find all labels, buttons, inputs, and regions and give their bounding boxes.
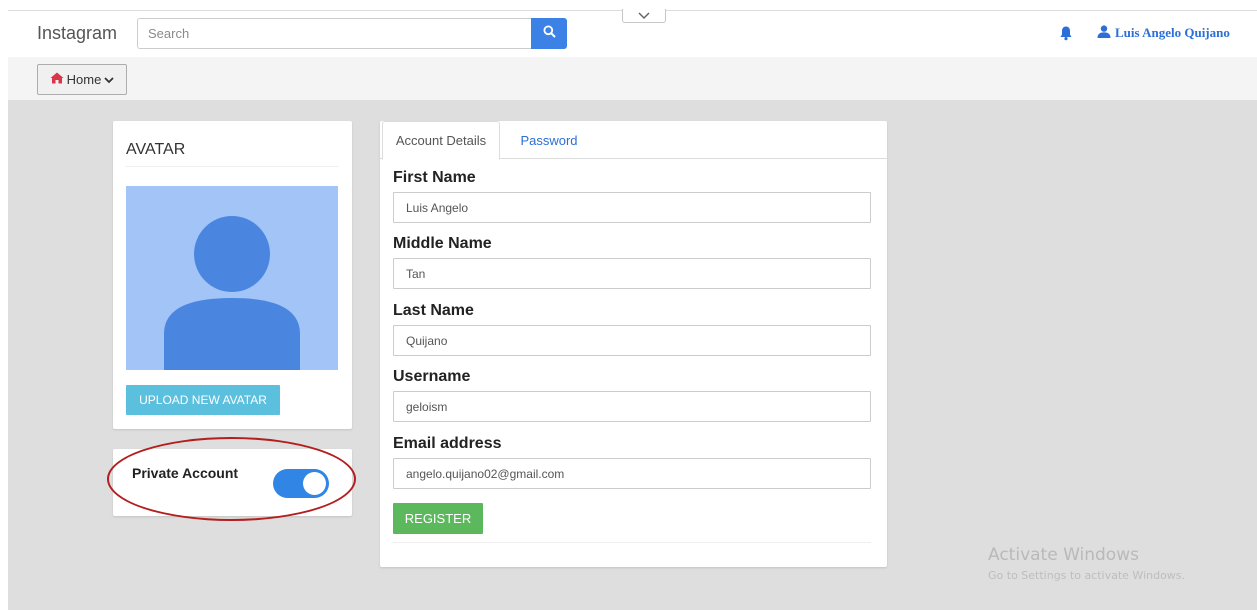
private-account-toggle[interactable] [273,469,329,498]
tab-password[interactable]: Password [504,121,594,160]
search-input[interactable] [137,18,531,49]
activation-watermark-subtitle: Go to Settings to activate Windows. [988,569,1186,582]
brand-logo[interactable]: Instagram [37,23,117,44]
user-name: Luis Angelo Quijano [1115,25,1230,40]
email-label: Email address [393,435,502,452]
tab-account-details[interactable]: Account Details [382,121,500,160]
privacy-card: Private Account [113,449,352,516]
middle-name-label: Middle Name [393,235,492,252]
home-label: Home [66,72,102,87]
home-icon [50,72,64,87]
home-dropdown-button[interactable]: Home [37,64,127,95]
activation-watermark-title: Activate Windows [988,545,1139,565]
avatar-image [126,186,338,370]
avatar-card-title: AVATAR [126,141,186,158]
collapse-toggle[interactable] [622,9,666,23]
private-account-label: Private Account [132,465,239,481]
chevron-down-icon [638,7,650,25]
chevron-down-icon [104,72,114,87]
username-label: Username [393,368,471,385]
search-button[interactable] [531,18,567,49]
search-icon [543,25,556,43]
main-content: AVATAR UPLOAD NEW AVATAR Private Account… [8,100,1257,610]
bell-icon[interactable] [1059,25,1073,41]
sub-navbar: Home [8,57,1257,100]
username-field[interactable] [393,391,871,422]
form-divider [393,542,871,543]
first-name-field[interactable] [393,192,871,223]
upload-avatar-button[interactable]: UPLOAD NEW AVATAR [126,385,280,415]
last-name-field[interactable] [393,325,871,356]
last-name-label: Last Name [393,302,474,319]
email-field[interactable] [393,458,871,489]
register-button[interactable]: REGISTER [393,503,483,534]
middle-name-field[interactable] [393,258,871,289]
user-menu-link[interactable]: Luis Angelo Quijano [1097,24,1230,42]
account-form-card: Account Details Password First Name Midd… [380,121,887,567]
avatar-card: AVATAR UPLOAD NEW AVATAR [113,121,352,429]
first-name-label: First Name [393,169,476,186]
toggle-knob [303,472,326,495]
form-tabs: Account Details Password [380,121,887,160]
avatar-card-divider [126,166,338,167]
top-navbar: Instagram Luis Angelo Quijano [0,0,1257,57]
user-icon [1097,24,1111,42]
